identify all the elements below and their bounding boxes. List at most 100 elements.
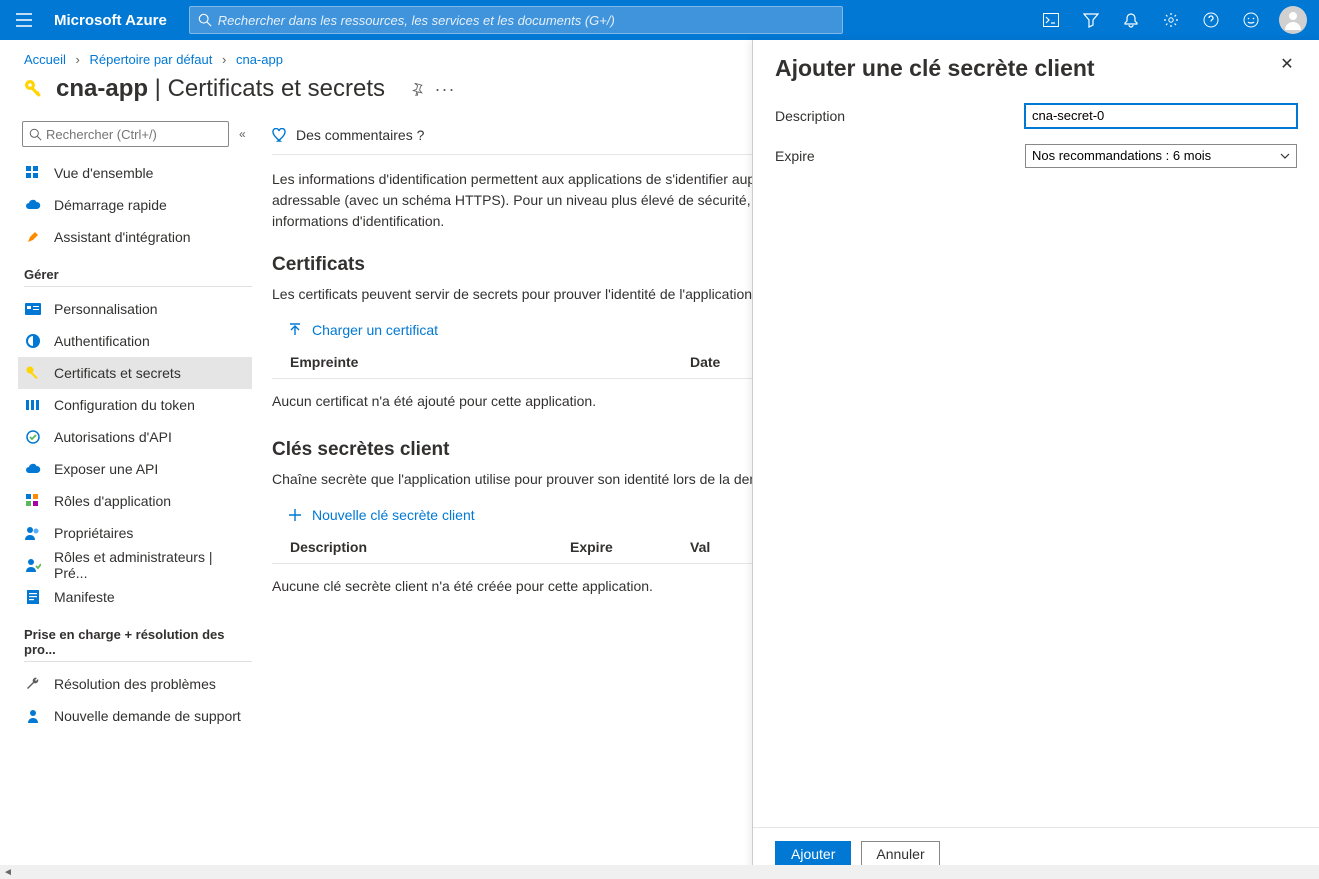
sidebar-item-label: Propriétaires [54,525,133,541]
search-icon [198,13,212,27]
sidebar-item-label: Configuration du token [54,397,195,413]
sidebar-item-label: Nouvelle demande de support [54,708,241,724]
upload-certificate-label: Charger un certificat [312,322,438,338]
sidebar-item-manifest[interactable]: Manifeste [18,581,252,613]
sidebar-item-new-support-request[interactable]: Nouvelle demande de support [18,700,252,732]
breadcrumb-app[interactable]: cna-app [236,52,283,67]
account-avatar[interactable] [1279,6,1307,34]
sidebar-item-label: Démarrage rapide [54,197,167,213]
sidebar-item-label: Vue d'ensemble [54,165,153,181]
app-roles-icon [24,492,42,510]
cloud-icon [24,196,42,214]
admin-icon [24,556,42,574]
people-icon [24,524,42,542]
feedback-link[interactable]: Des commentaires ? [272,127,424,143]
sidebar-item-label: Autorisations d'API [54,429,172,445]
expires-select-value: Nos recommandations : 6 mois [1032,148,1211,163]
description-row: Description [775,104,1297,128]
sidebar-item-token-config[interactable]: Configuration du token [18,389,252,421]
close-icon[interactable]: ✕ [1277,54,1297,74]
add-client-secret-panel: Ajouter une clé secrète client ✕ Descrip… [752,40,1319,879]
directory-filter-icon[interactable] [1071,0,1111,40]
heart-icon [272,128,288,142]
brand-label[interactable]: Microsoft Azure [48,12,185,29]
topbar-right [1031,0,1319,40]
sidebar-item-label: Assistant d'intégration [54,229,191,245]
help-icon[interactable] [1191,0,1231,40]
key-icon [24,364,42,382]
breadcrumb-directory[interactable]: Répertoire par défaut [90,52,213,67]
scroll-left-icon[interactable]: ◄ [0,867,16,878]
feedback-icon[interactable] [1231,0,1271,40]
sidebar: « Vue d'ensemble Démarrage rapide Assist… [0,115,252,879]
sidebar-section-manage: Gérer [24,267,252,287]
token-icon [24,396,42,414]
menu-toggle[interactable] [0,0,48,40]
sidebar-item-troubleshoot[interactable]: Résolution des problèmes [18,668,252,700]
secrets-col-description: Description [290,539,570,555]
support-icon [24,707,42,725]
sidebar-item-label: Exposer une API [54,461,158,477]
sidebar-search-input[interactable] [46,127,222,142]
breadcrumb-home[interactable]: Accueil [24,52,66,67]
sidebar-item-integration-assistant[interactable]: Assistant d'intégration [18,221,252,253]
hamburger-icon [16,13,32,27]
sidebar-item-label: Manifeste [54,589,115,605]
description-input[interactable] [1025,104,1297,128]
sidebar-item-expose-api[interactable]: Exposer une API [18,453,252,485]
cloud-icon [24,460,42,478]
sidebar-item-owners[interactable]: Propriétaires [18,517,252,549]
top-bar: Microsoft Azure [0,0,1319,40]
expires-select[interactable]: Nos recommandations : 6 mois [1025,144,1297,168]
chevron-right-icon [70,52,86,67]
sidebar-section-support: Prise en charge + résolution des pro... [24,627,252,662]
secrets-col-value: Val [690,539,710,555]
sidebar-item-label: Authentification [54,333,150,349]
expires-row: Expire Nos recommandations : 6 mois [775,144,1297,168]
id-card-icon [24,300,42,318]
pin-icon[interactable] [403,75,431,103]
global-search-input[interactable] [218,13,834,28]
sidebar-item-api-permissions[interactable]: Autorisations d'API [18,421,252,453]
grid-icon [24,164,42,182]
feedback-label: Des commentaires ? [296,127,424,143]
permissions-icon [24,428,42,446]
rocket-icon [24,228,42,246]
panel-header: Ajouter une clé secrète client ✕ [753,40,1319,94]
sidebar-item-label: Certificats et secrets [54,365,181,381]
certificates-col-thumbprint: Empreinte [290,354,690,370]
sidebar-item-authentication[interactable]: Authentification [18,325,252,357]
sidebar-item-label: Personnalisation [54,301,158,317]
add-button[interactable]: Ajouter [775,841,851,867]
chevron-right-icon [216,52,232,67]
upload-icon [288,323,302,337]
more-icon[interactable]: ··· [431,75,459,103]
sidebar-item-overview[interactable]: Vue d'ensemble [18,157,252,189]
certificates-col-date: Date [690,354,720,370]
sidebar-item-certificates-secrets[interactable]: Certificats et secrets [18,357,252,389]
sidebar-item-quickstart[interactable]: Démarrage rapide [18,189,252,221]
cancel-button[interactable]: Annuler [861,841,939,867]
page-title-app: cna-app [56,75,148,102]
page-title: cna-app | Certificats et secrets [56,75,385,103]
notifications-icon[interactable] [1111,0,1151,40]
horizontal-scrollbar[interactable]: ◄ [0,865,1319,879]
global-search[interactable] [189,6,843,34]
sidebar-search[interactable] [22,121,229,147]
panel-title: Ajouter une clé secrète client [775,54,1095,84]
manifest-icon [24,588,42,606]
sidebar-item-label: Rôles d'application [54,493,171,509]
cloud-shell-icon[interactable] [1031,0,1071,40]
sidebar-item-roles-admins[interactable]: Rôles et administrateurs | Pré... [18,549,252,581]
description-label: Description [775,108,1025,124]
wrench-icon [24,675,42,693]
collapse-sidebar-icon[interactable]: « [239,127,246,141]
settings-icon[interactable] [1151,0,1191,40]
sidebar-item-label: Résolution des problèmes [54,676,216,692]
sidebar-item-branding[interactable]: Personnalisation [18,293,252,325]
search-icon [29,128,42,141]
secrets-col-expires: Expire [570,539,690,555]
sidebar-item-app-roles[interactable]: Rôles d'application [18,485,252,517]
chevron-down-icon [1280,153,1290,159]
key-icon [22,77,46,101]
